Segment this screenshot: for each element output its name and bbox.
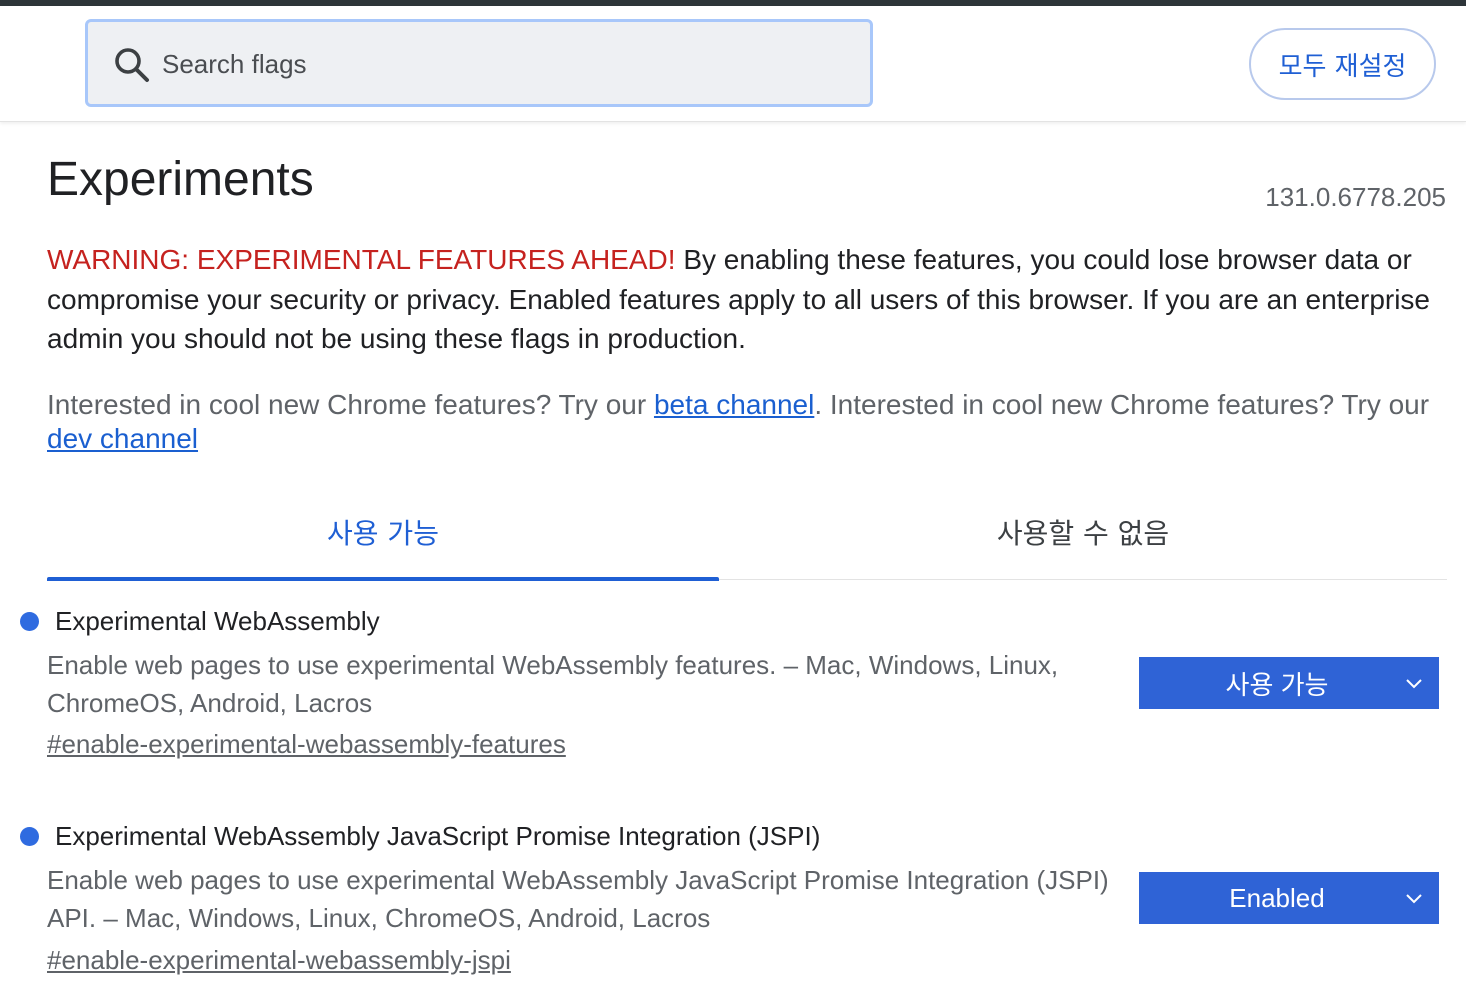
- warning-message: WARNING: EXPERIMENTAL FEATURES AHEAD! By…: [47, 240, 1437, 359]
- flag-title: Experimental WebAssembly JavaScript Prom…: [55, 821, 821, 851]
- flags-tabs: 사용 가능 사용할 수 없음: [47, 500, 1447, 581]
- channel-promo-middle: . Interested in cool new Chrome features…: [814, 389, 1430, 420]
- flags-header: 모두 재설정: [0, 6, 1466, 122]
- flag-status-dot: [20, 827, 39, 846]
- channel-promo-prefix: Interested in cool new Chrome features? …: [47, 389, 654, 420]
- flag-permalink[interactable]: #enable-experimental-webassembly-jspi: [47, 945, 511, 976]
- active-tab-indicator: [47, 577, 719, 581]
- channel-promo: Interested in cool new Chrome features? …: [47, 388, 1437, 456]
- flag-permalink[interactable]: #enable-experimental-webassembly-feature…: [47, 729, 566, 760]
- flag-title: Experimental WebAssembly: [55, 606, 380, 636]
- search-box[interactable]: [85, 19, 873, 107]
- flag-state-select[interactable]: Enabled: [1139, 872, 1439, 924]
- flag-status-dot: [20, 612, 39, 631]
- tab-available-label: 사용 가능: [327, 517, 439, 550]
- page-title: Experiments: [47, 153, 314, 206]
- flag-description: Enable web pages to use experimental Web…: [47, 650, 1059, 718]
- tab-unavailable[interactable]: 사용할 수 없음: [747, 500, 1419, 580]
- flag-state-value: Enabled: [1229, 882, 1325, 913]
- chevron-down-icon: [1406, 679, 1422, 689]
- warning-heading: WARNING: EXPERIMENTAL FEATURES AHEAD!: [47, 244, 676, 275]
- chevron-down-icon: [1406, 894, 1422, 904]
- beta-channel-link[interactable]: beta channel: [654, 389, 814, 420]
- version-number: 131.0.6778.205: [1265, 182, 1446, 212]
- search-input[interactable]: [162, 42, 842, 86]
- tab-available[interactable]: 사용 가능: [47, 500, 719, 581]
- search-icon: [115, 48, 149, 82]
- dev-channel-link[interactable]: dev channel: [47, 423, 198, 454]
- flag-description: Enable web pages to use experimental Web…: [47, 865, 1109, 933]
- flag-state-value: 사용 가능: [1225, 669, 1329, 700]
- reset-all-button[interactable]: 모두 재설정: [1249, 28, 1436, 100]
- tab-unavailable-label: 사용할 수 없음: [996, 517, 1170, 550]
- flag-state-select[interactable]: 사용 가능: [1139, 657, 1439, 709]
